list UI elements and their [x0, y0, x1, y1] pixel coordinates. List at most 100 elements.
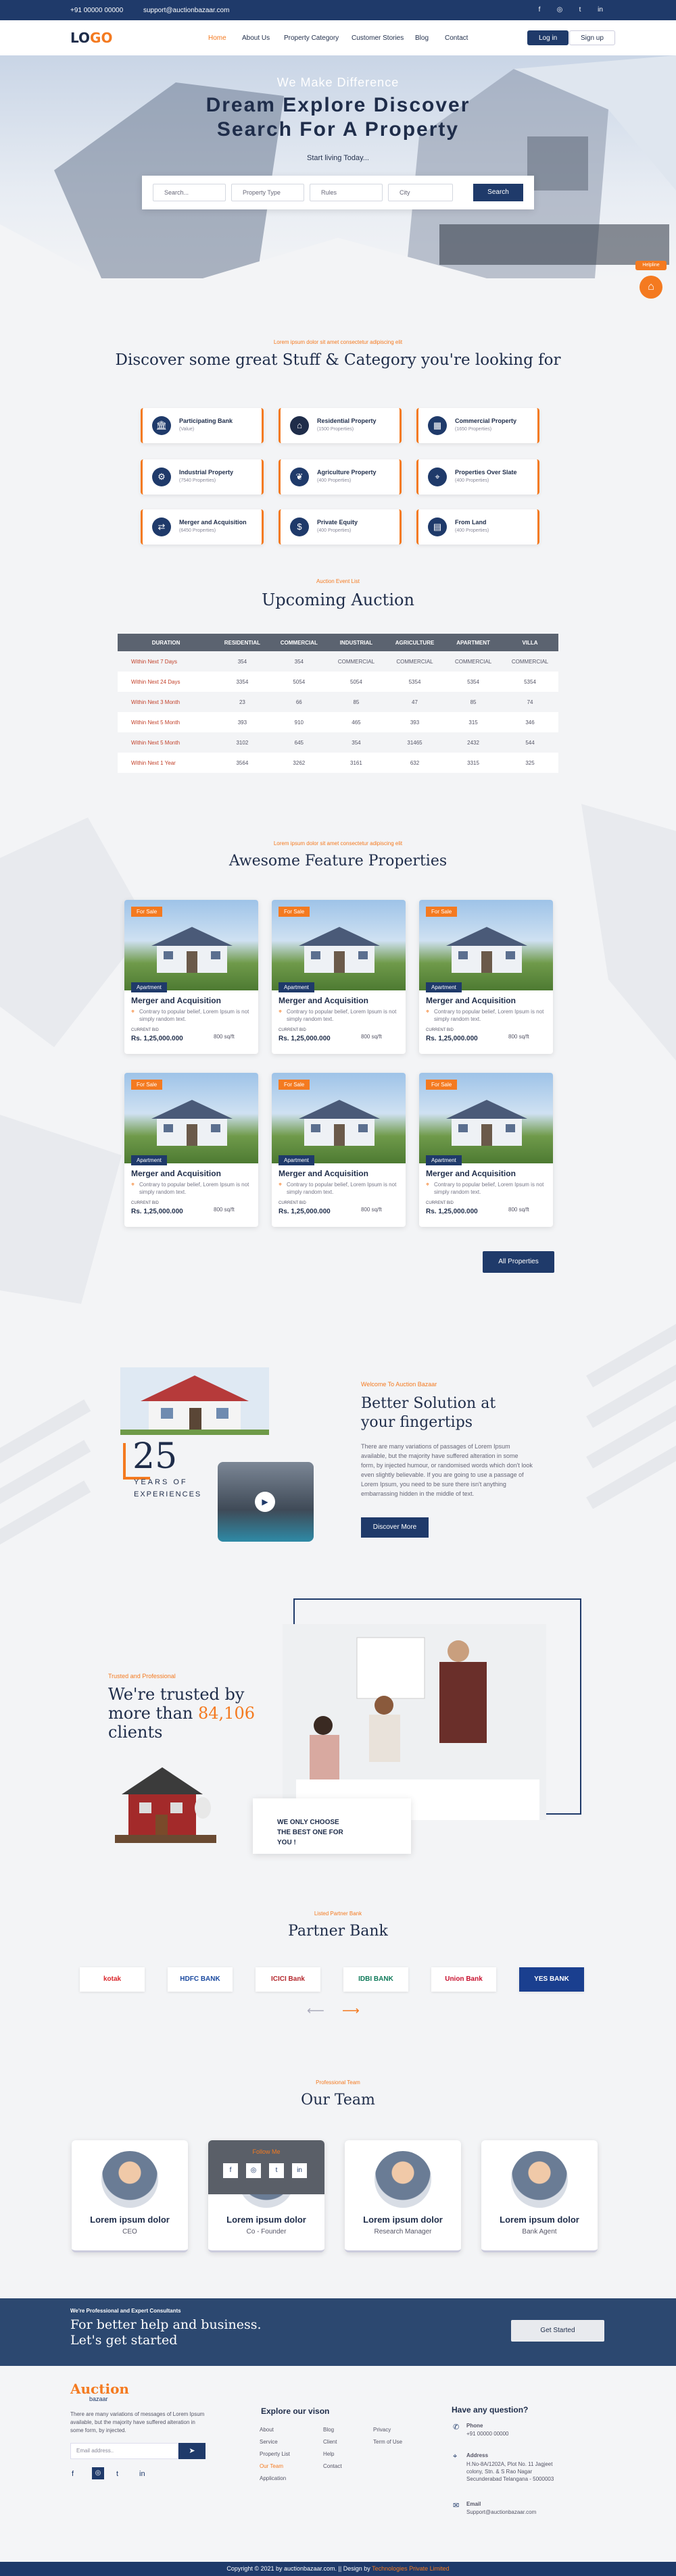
property-name[interactable]: Merger and Acquisition [131, 996, 221, 1005]
facebook-icon[interactable]: f [535, 6, 544, 14]
play-video-icon[interactable]: ▶ [255, 1492, 275, 1512]
login-button[interactable]: Log in [527, 30, 569, 45]
categories-title: Discover some great Stuff & Category you… [115, 351, 561, 369]
property-card[interactable]: For Sale Apartment Merger and Acquisition ⌖… [124, 900, 258, 1054]
table-header-cell: DURATION [118, 634, 215, 651]
helpline-badge[interactable]: Helpline [635, 261, 667, 270]
category-card[interactable]: ▤ From Land (400 Properties) [416, 509, 539, 545]
footer-twitter-icon[interactable]: t [116, 2470, 118, 2478]
nav-about[interactable]: About Us [242, 34, 270, 42]
copyright-brand[interactable]: Technologies Private Limited [372, 2565, 450, 2572]
partner-bank-logo[interactable]: ICICI Bank [256, 1967, 320, 1992]
get-started-button[interactable]: Get Started [511, 2320, 604, 2342]
next-arrow-icon[interactable]: ⟶ [342, 2004, 360, 2018]
category-card[interactable]: ❦ Agriculture Property (400 Properties) [279, 459, 402, 495]
category-card[interactable]: ⇄ Merger and Acquisition (6450 Properties) [141, 509, 264, 545]
nav-customer-stories[interactable]: Customer Stories [352, 34, 404, 42]
instagram-icon[interactable]: ◎ [246, 2163, 261, 2178]
category-card[interactable]: $ Private Equity (400 Properties) [279, 509, 402, 545]
team-member-card[interactable]: Lorem ipsum dolor Co - Founder Follow Me f ◎… [208, 2140, 324, 2252]
team-kicker: Professional Team [316, 2079, 360, 2086]
property-card[interactable]: For Sale Apartment Merger and Acquisition ⌖… [272, 1073, 406, 1227]
current-bid-label: CURRENT BID [426, 1028, 454, 1032]
footer-link[interactable]: About [260, 2427, 274, 2433]
contact-email[interactable]: support@auctionbazaar.com [143, 7, 229, 14]
prev-arrow-icon[interactable]: ⟵ [307, 2004, 324, 2018]
nav-home[interactable]: Home [208, 34, 226, 42]
team-member-card[interactable]: Lorem ipsum dolor Research Manager [345, 2140, 461, 2252]
phone-value[interactable]: +91 00000 00000 [466, 2431, 509, 2437]
footer-link[interactable]: Privacy [373, 2427, 391, 2433]
table-cell[interactable]: Within Next 3 Month [118, 692, 214, 712]
years-number: 25 [132, 1436, 178, 1477]
instagram-icon[interactable]: ◎ [556, 6, 564, 14]
partner-bank-logo[interactable]: IDBI BANK [343, 1967, 408, 1992]
nav-blog[interactable]: Blog [415, 34, 429, 42]
footer-link[interactable]: Term of Use [373, 2439, 402, 2445]
footer-link[interactable]: Property List [260, 2451, 290, 2457]
footer-link[interactable]: Application [260, 2475, 286, 2481]
property-name[interactable]: Merger and Acquisition [426, 996, 516, 1005]
category-card[interactable]: ⚙ Industrial Property (7540 Properties) [141, 459, 264, 495]
footer-link[interactable]: Blog [323, 2427, 334, 2433]
discover-more-button[interactable]: Discover More [361, 1517, 429, 1538]
linkedin-icon[interactable]: in [292, 2163, 307, 2178]
category-card[interactable]: ⌂ Residential Property (1500 Properties) [279, 408, 402, 443]
partner-bank-logo[interactable]: HDFC BANK [168, 1967, 233, 1992]
property-name[interactable]: Merger and Acquisition [131, 1169, 221, 1178]
footer-logo[interactable]: Auction [70, 2381, 129, 2397]
table-cell[interactable]: Within Next 5 Month [118, 712, 215, 732]
city-select[interactable]: City [388, 184, 453, 201]
linkedin-icon[interactable]: in [596, 6, 604, 14]
newsletter-email-input[interactable]: Email address.. [70, 2443, 178, 2459]
footer-facebook-icon[interactable]: f [72, 2470, 74, 2478]
mail-icon: ✉ [453, 2502, 460, 2510]
email-value[interactable]: Support@auctionbazaar.com [466, 2509, 536, 2515]
house-illustration [446, 1100, 527, 1146]
partner-bank-logo[interactable]: YES BANK [519, 1967, 584, 1992]
footer-instagram-icon[interactable]: ◎ [92, 2467, 104, 2479]
rules-select[interactable]: Rules [310, 184, 383, 201]
property-type-select[interactable]: Property Type [231, 184, 304, 201]
all-properties-button[interactable]: All Properties [483, 1251, 554, 1273]
category-title: Commercial Property [455, 418, 517, 424]
partner-bank-logo[interactable]: Union Bank [431, 1967, 496, 1992]
table-cell[interactable]: Within Next 24 Days [118, 672, 215, 692]
twitter-icon[interactable]: t [269, 2163, 284, 2178]
partner-bank-logo[interactable]: kotak [80, 1967, 145, 1992]
facebook-icon[interactable]: f [223, 2163, 238, 2178]
twitter-icon[interactable]: t [576, 6, 584, 14]
footer-link[interactable]: Service [260, 2439, 278, 2445]
team-member-card[interactable]: Lorem ipsum dolor Bank Agent [481, 2140, 598, 2252]
table-cell[interactable]: Within Next 7 Days [118, 651, 214, 672]
footer-linkedin-icon[interactable]: in [139, 2470, 145, 2478]
property-name[interactable]: Merger and Acquisition [426, 1169, 516, 1178]
property-name[interactable]: Merger and Acquisition [279, 1169, 368, 1178]
signup-button[interactable]: Sign up [569, 30, 615, 45]
home-float-icon[interactable]: ⌂ [639, 276, 662, 299]
nav-contact[interactable]: Contact [445, 34, 468, 42]
team-member-card[interactable]: Lorem ipsum dolor CEO [72, 2140, 188, 2252]
table-cell[interactable]: Within Next 5 Month [118, 732, 214, 753]
category-card[interactable]: 🏛 Participating Bank (Value) [141, 408, 264, 443]
category-card[interactable]: ▦ Commercial Property (1650 Properties) [416, 408, 539, 443]
site-logo[interactable]: LOGO [70, 30, 112, 46]
footer-link[interactable]: Our Team [260, 2463, 283, 2469]
property-card[interactable]: For Sale Apartment Merger and Acquisition ⌖… [124, 1073, 258, 1227]
search-button[interactable]: Search [473, 184, 523, 201]
property-name[interactable]: Merger and Acquisition [279, 996, 368, 1005]
property-card[interactable]: For Sale Apartment Merger and Acquisition ⌖… [419, 900, 553, 1054]
footer-link[interactable]: Help [323, 2451, 334, 2457]
follow-overlay: Follow Me f ◎ t in [208, 2140, 324, 2194]
search-input[interactable]: Search... [153, 184, 226, 201]
table-row: Within Next 3 Month 23 66 85 47 85 74 [118, 692, 558, 712]
table-cell[interactable]: Within Next 1 Year [118, 753, 215, 773]
footer-link[interactable]: Contact [323, 2463, 342, 2469]
contact-phone[interactable]: +91 00000 00000 [70, 7, 123, 14]
category-card[interactable]: ⌖ Properties Over Slate (400 Properties) [416, 459, 539, 495]
send-icon[interactable]: ➤ [178, 2443, 206, 2459]
property-card[interactable]: For Sale Apartment Merger and Acquisition ⌖… [419, 1073, 553, 1227]
nav-property-category[interactable]: Property Category [284, 34, 339, 42]
property-card[interactable]: For Sale Apartment Merger and Acquisition ⌖… [272, 900, 406, 1054]
footer-link[interactable]: Client [323, 2439, 337, 2445]
